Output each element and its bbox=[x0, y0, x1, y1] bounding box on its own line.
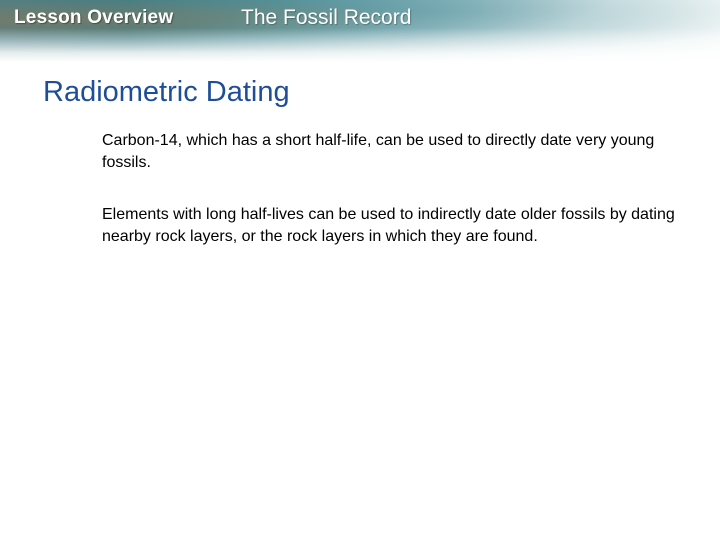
slide-body: Carbon-14, which has a short half-life, … bbox=[102, 130, 682, 278]
paragraph-carbon-14: Carbon-14, which has a short half-life, … bbox=[102, 132, 655, 171]
lesson-overview-label: Lesson Overview bbox=[14, 7, 174, 28]
slide: Lesson Overview The Fossil Record Radiom… bbox=[0, 0, 720, 540]
paragraph-long-half-lives: Elements with long half-lives can be use… bbox=[102, 206, 675, 245]
course-title: The Fossil Record bbox=[241, 6, 412, 29]
slide-title: Radiometric Dating bbox=[43, 76, 290, 108]
